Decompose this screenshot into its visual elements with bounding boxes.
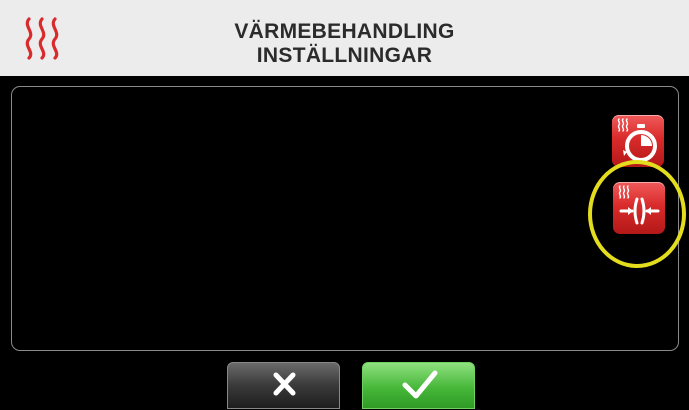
heat-pressure-button[interactable]: [613, 182, 665, 234]
title-line-2: INSTÄLLNINGAR: [256, 44, 433, 67]
header-bar: VÄRMEBEHANDLING INSTÄLLNINGAR: [0, 0, 689, 76]
settings-panel: [11, 86, 679, 351]
page-title: VÄRMEBEHANDLING INSTÄLLNINGAR: [0, 20, 689, 68]
confirm-button[interactable]: [362, 362, 475, 409]
cancel-button[interactable]: [227, 362, 340, 409]
title-line-1: VÄRMEBEHANDLING: [234, 20, 455, 43]
